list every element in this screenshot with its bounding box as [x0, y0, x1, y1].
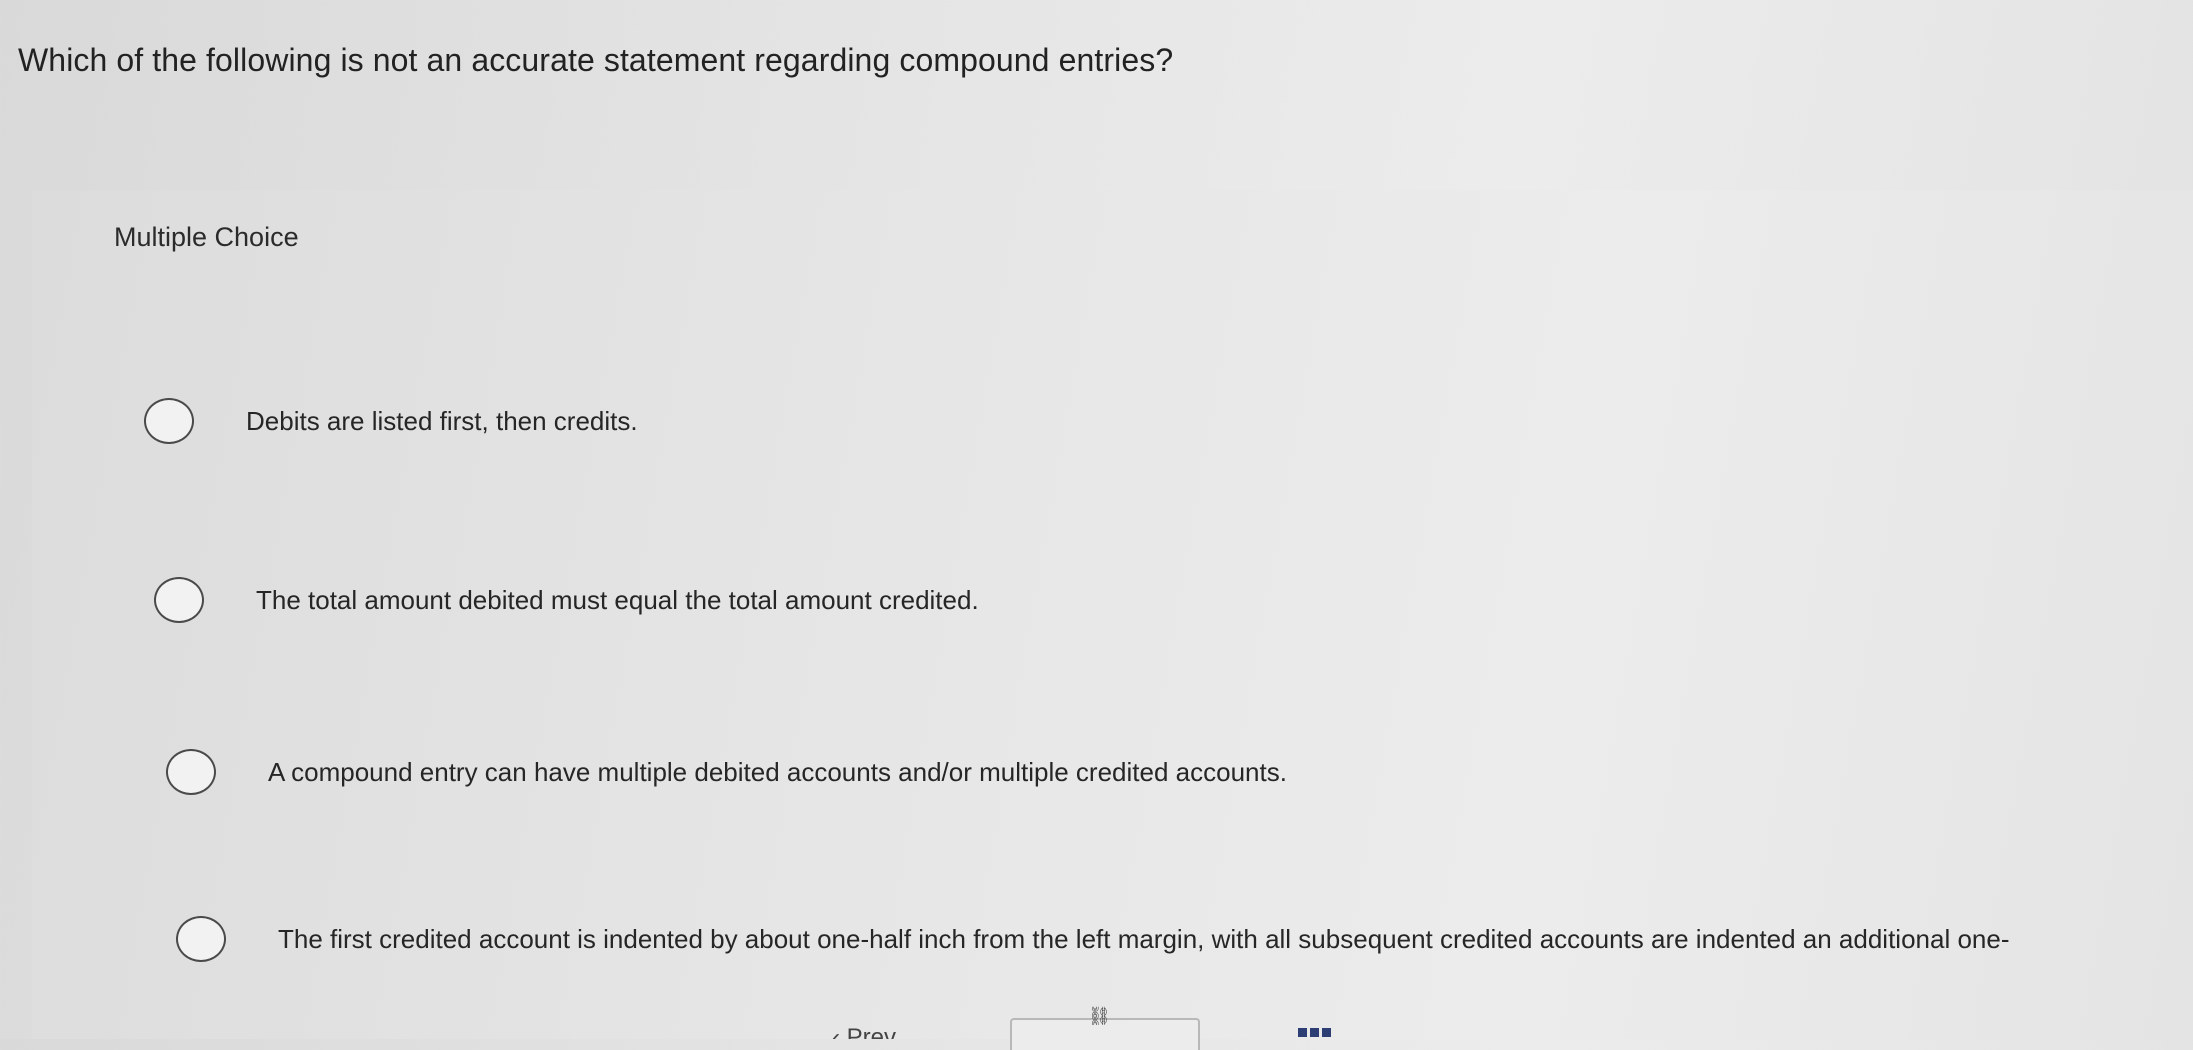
multiple-choice-label: Multiple Choice [114, 222, 299, 252]
link-icon[interactable]: ⛓ [1088, 1007, 1118, 1025]
radio-empty-icon[interactable] [144, 398, 194, 444]
radio-empty-icon[interactable] [166, 749, 216, 795]
choice-option-text[interactable]: The total amount debited must equal the … [256, 585, 979, 616]
prev-label: Prev [847, 1026, 896, 1039]
bottom-navigation: ‹ Prev ⛓ [0, 1000, 2193, 1050]
grid-icon[interactable] [1298, 1028, 1332, 1039]
choice-option-text[interactable]: A compound entry can have multiple debit… [268, 757, 1287, 788]
question-text: Which of the following is not an accurat… [18, 42, 1174, 78]
choice-option-text[interactable]: The first credited account is indented b… [278, 924, 2010, 955]
choice-option[interactable]: A compound entry can have multiple debit… [166, 749, 1287, 795]
prev-button[interactable]: ‹ Prev [832, 1026, 962, 1039]
chevron-left-icon: ‹ [832, 1026, 847, 1039]
choice-option-text[interactable]: Debits are listed first, then credits. [246, 406, 638, 437]
choice-option[interactable]: Debits are listed first, then credits. [144, 398, 638, 444]
choice-option[interactable]: The total amount debited must equal the … [154, 577, 979, 623]
choice-option[interactable]: The first credited account is indented b… [176, 916, 2010, 962]
radio-empty-icon[interactable] [176, 916, 226, 962]
radio-empty-icon[interactable] [154, 577, 204, 623]
